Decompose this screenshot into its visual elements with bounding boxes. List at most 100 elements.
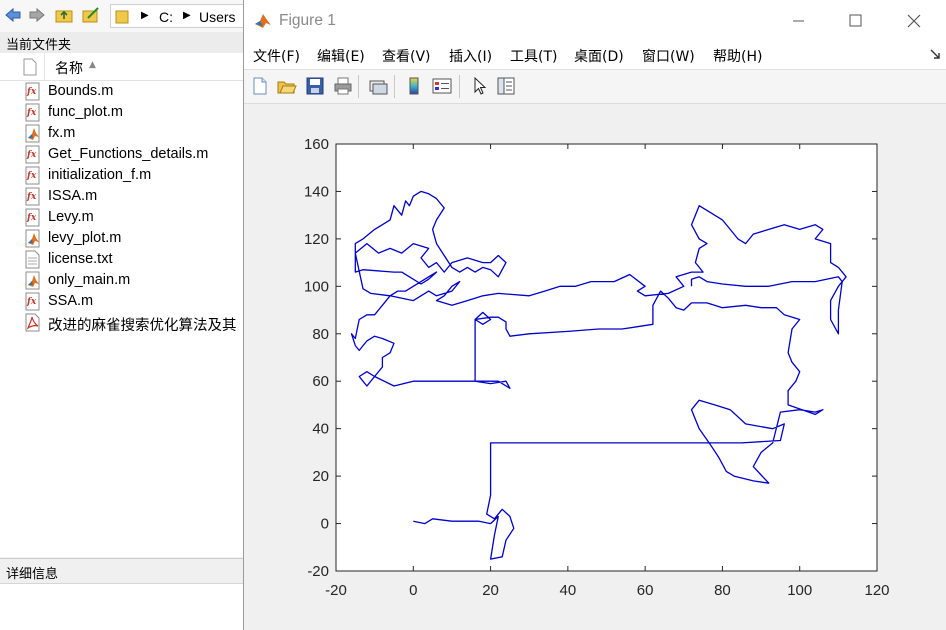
- function-file-icon: fx: [25, 187, 40, 206]
- file-name: levy_plot.m: [48, 230, 122, 246]
- file-list: fx Bounds.m fx func_plot.m fx.m fx Get_Functio…: [0, 81, 244, 557]
- sort-ascending-icon: ▲: [89, 60, 96, 70]
- file-list-item[interactable]: fx.m: [0, 123, 244, 144]
- file-list-item[interactable]: fx initialization_f.m: [0, 165, 244, 186]
- file-name: SSA.m: [48, 293, 94, 309]
- svg-text:fx: fx: [26, 192, 37, 202]
- line-chart: -20 0 20 40 60 80 100 120 -20 0 20 40 60 80 100 120 140 1…: [304, 136, 890, 599]
- breadcrumb-arrow-icon: ▶: [141, 10, 149, 21]
- file-list-item[interactable]: levy_plot.m: [0, 228, 244, 249]
- file-name: 改进的麻雀搜索优化算法及其: [48, 318, 237, 334]
- file-list-item[interactable]: 改进的麻雀搜索优化算法及其: [0, 312, 244, 334]
- y-tick-label: 80: [312, 326, 329, 343]
- toolbar-separator: [358, 75, 359, 98]
- function-file-icon: fx: [25, 292, 40, 311]
- function-file-icon: fx: [25, 166, 40, 185]
- legend-icon[interactable]: [432, 76, 452, 96]
- breadcrumb-users[interactable]: Users: [199, 9, 236, 25]
- colorbar-icon[interactable]: [404, 76, 424, 96]
- panel-title: 当前文件夹: [6, 38, 72, 53]
- file-type-column-icon[interactable]: [22, 58, 38, 76]
- menu-item[interactable]: 文件(F): [253, 46, 300, 66]
- minimize-icon[interactable]: [778, 8, 818, 34]
- details-title-bar: 详细信息: [0, 558, 244, 584]
- x-tick-label: 0: [409, 582, 417, 599]
- figure-canvas: -20 0 20 40 60 80 100 120 -20 0 20 40 60 80 100 120 140 1…: [244, 104, 946, 630]
- panel-title-bar: 当前文件夹: [0, 32, 244, 54]
- figure-toolbar: [244, 70, 946, 104]
- x-tick-label: 80: [714, 582, 731, 599]
- menu-item[interactable]: 编辑(E): [317, 46, 365, 66]
- menu-item[interactable]: 帮助(H): [713, 46, 762, 66]
- y-tick-label: 40: [312, 421, 329, 438]
- file-list-item[interactable]: fx ISSA.m: [0, 186, 244, 207]
- text-file-icon: [25, 250, 40, 269]
- pointer-icon[interactable]: [470, 76, 490, 96]
- file-list-item[interactable]: fx Get_Functions_details.m: [0, 144, 244, 165]
- x-tick-label: 40: [560, 582, 577, 599]
- close-icon[interactable]: [894, 8, 934, 34]
- breadcrumb-drive[interactable]: C:: [159, 9, 173, 25]
- file-list-item[interactable]: fx func_plot.m: [0, 102, 244, 123]
- menu-item[interactable]: 窗口(W): [642, 46, 695, 66]
- folder-icon: [115, 10, 129, 24]
- link-plot-icon[interactable]: [368, 76, 388, 96]
- current-folder-panel: ▶ C: ▶ Users 当前文件夹 名称 ▲ fx Bounds.m fx func…: [0, 0, 244, 630]
- toolbar-separator: [459, 75, 460, 98]
- x-tick-label: -20: [325, 582, 347, 599]
- function-file-icon: fx: [25, 145, 40, 164]
- axes-box: [335, 143, 878, 572]
- menu-item[interactable]: 工具(T): [510, 46, 557, 66]
- file-list-item[interactable]: license.txt: [0, 249, 244, 270]
- menu-item[interactable]: 查看(V): [382, 46, 431, 66]
- file-list-item[interactable]: fx SSA.m: [0, 291, 244, 312]
- up-folder-icon[interactable]: [55, 6, 73, 24]
- y-tick-label: 160: [304, 136, 329, 153]
- file-list-item[interactable]: only_main.m: [0, 270, 244, 291]
- file-list-header: 名称 ▲: [0, 53, 244, 81]
- script-file-icon: [25, 229, 40, 248]
- address-bar[interactable]: ▶ C: ▶ Users: [110, 4, 244, 28]
- new-figure-icon[interactable]: [250, 76, 270, 96]
- file-name: license.txt: [48, 251, 113, 267]
- figure-menubar: 文件(F) 编辑(E) 查看(V) 插入(I) 工具(T) 桌面(D) 窗口(W) 帮助(H): [244, 42, 946, 70]
- figure-window: Figure 1 文件(F) 编辑(E) 查看(V) 插入(I) 工具(T) 桌面(D) 窗…: [243, 0, 946, 630]
- file-list-item[interactable]: fx Levy.m: [0, 207, 244, 228]
- save-icon[interactable]: [305, 76, 325, 96]
- property-inspector-icon[interactable]: [496, 76, 516, 96]
- y-tick-label: 140: [304, 183, 329, 200]
- toolbar-separator: [394, 75, 395, 98]
- svg-text:fx: fx: [26, 87, 37, 97]
- details-panel: [0, 584, 244, 630]
- y-tick-label: 120: [304, 231, 329, 248]
- print-icon[interactable]: [333, 76, 353, 96]
- function-file-icon: fx: [25, 208, 40, 227]
- forward-arrow-icon[interactable]: [28, 6, 46, 24]
- y-tick-label: 20: [312, 468, 329, 485]
- file-name: initialization_f.m: [48, 167, 152, 183]
- back-arrow-icon[interactable]: [4, 6, 22, 24]
- navigation-toolbar: ▶ C: ▶ Users: [0, 0, 244, 33]
- script-file-icon: [25, 124, 40, 143]
- menu-item[interactable]: 插入(I): [449, 46, 492, 66]
- file-name: func_plot.m: [48, 104, 123, 120]
- y-tick-label: 0: [321, 516, 329, 533]
- y-tick-label: -20: [307, 563, 329, 580]
- open-file-icon[interactable]: [277, 76, 297, 96]
- details-title: 详细信息: [6, 567, 59, 582]
- maximize-icon[interactable]: [836, 8, 876, 34]
- dock-arrow-icon[interactable]: [929, 48, 941, 60]
- file-list-item[interactable]: fx Bounds.m: [0, 81, 244, 102]
- breadcrumb-arrow-icon: ▶: [183, 10, 191, 21]
- x-tick-label: 120: [864, 582, 889, 599]
- y-tick-label: 60: [312, 373, 329, 390]
- file-name: ISSA.m: [48, 188, 98, 204]
- file-name: only_main.m: [48, 272, 131, 288]
- x-tick-label: 60: [637, 582, 654, 599]
- function-file-icon: fx: [25, 82, 40, 101]
- menu-item[interactable]: 桌面(D): [574, 46, 624, 66]
- browse-folder-icon[interactable]: [82, 6, 100, 24]
- x-tick-label: 100: [787, 582, 812, 599]
- column-header-name[interactable]: 名称: [55, 58, 83, 78]
- file-name: fx.m: [48, 125, 76, 141]
